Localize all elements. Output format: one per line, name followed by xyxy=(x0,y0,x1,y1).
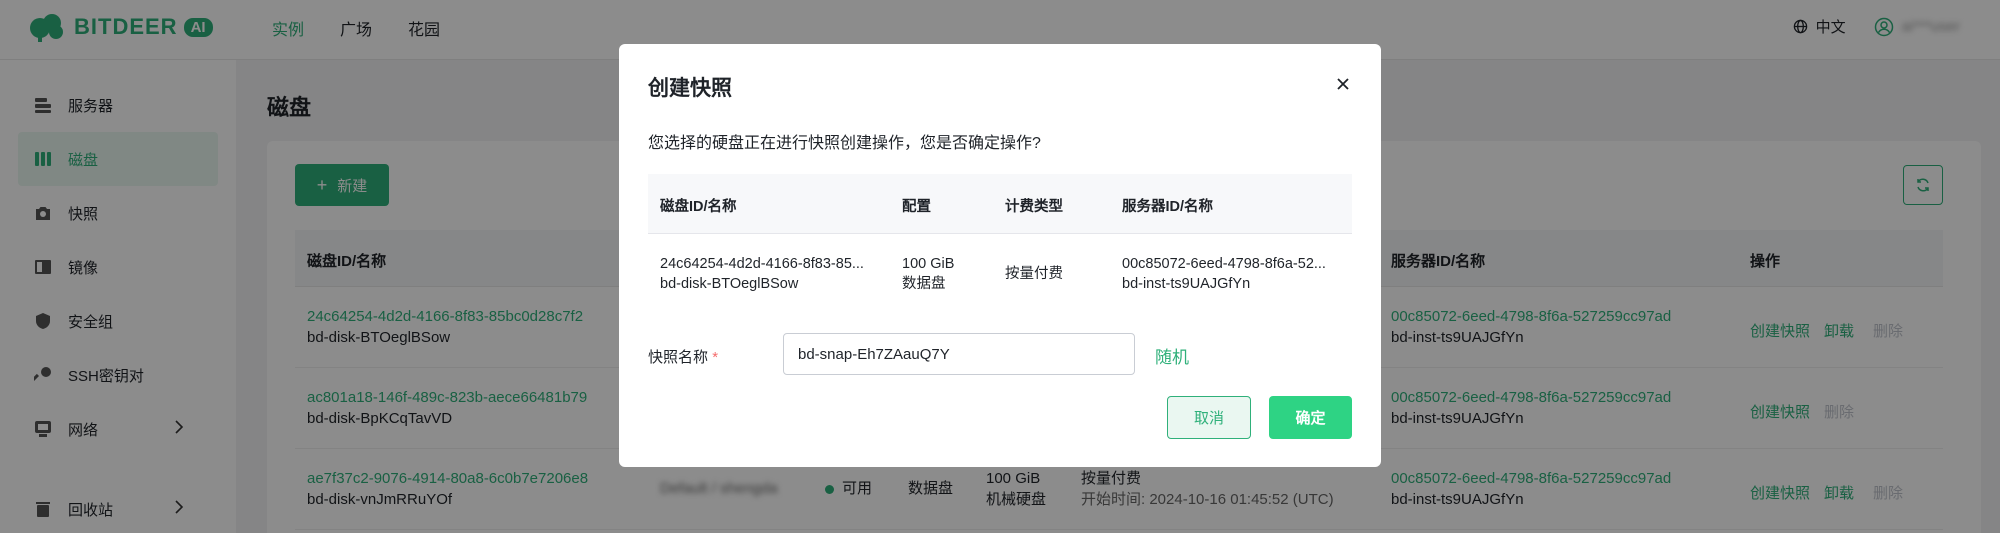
dialog-table-header: 磁盘ID/名称 配置 计费类型 服务器ID/名称 xyxy=(648,174,1352,234)
confirm-button[interactable]: 确定 xyxy=(1269,396,1352,439)
dialog-disk-id: 24c64254-4d2d-4166-8f83-85... xyxy=(660,256,864,272)
dialog-server-id: 00c85072-6eed-4798-8f6a-52... xyxy=(1122,256,1326,272)
random-name-button[interactable]: 随机 xyxy=(1155,343,1189,368)
dialog-question: 您选择的硬盘正在进行快照创建操作，您是否确定操作? xyxy=(648,135,1041,152)
dialog-column-billing: 计费类型 xyxy=(1005,199,1063,215)
close-icon[interactable] xyxy=(1334,75,1352,93)
dialog-billing: 按量付费 xyxy=(1005,266,1063,282)
dialog-disk-size: 100 GiB xyxy=(902,256,955,272)
dialog-column-server: 服务器ID/名称 xyxy=(1122,199,1214,215)
dialog-column-disk: 磁盘ID/名称 xyxy=(660,199,737,215)
snapshot-name-label-text: 快照名称 xyxy=(648,349,709,366)
create-snapshot-dialog: 创建快照 您选择的硬盘正在进行快照创建操作，您是否确定操作? 磁盘ID/名称 配… xyxy=(619,44,1381,467)
dialog-disk-type: 数据盘 xyxy=(902,276,946,292)
dialog-table-row: 24c64254-4d2d-4166-8f83-85... bd-disk-BT… xyxy=(648,234,1352,314)
dialog-column-config: 配置 xyxy=(902,199,931,215)
snapshot-name-input[interactable] xyxy=(783,333,1135,375)
dialog-disk-name: bd-disk-BTOeglBSow xyxy=(660,276,799,292)
required-mark: * xyxy=(712,349,719,366)
dialog-title: 创建快照 xyxy=(648,77,732,100)
cancel-button[interactable]: 取消 xyxy=(1167,396,1251,439)
snapshot-name-label: 快照名称 * xyxy=(648,346,718,367)
dialog-server-name: bd-inst-ts9UAJGfYn xyxy=(1122,276,1251,292)
